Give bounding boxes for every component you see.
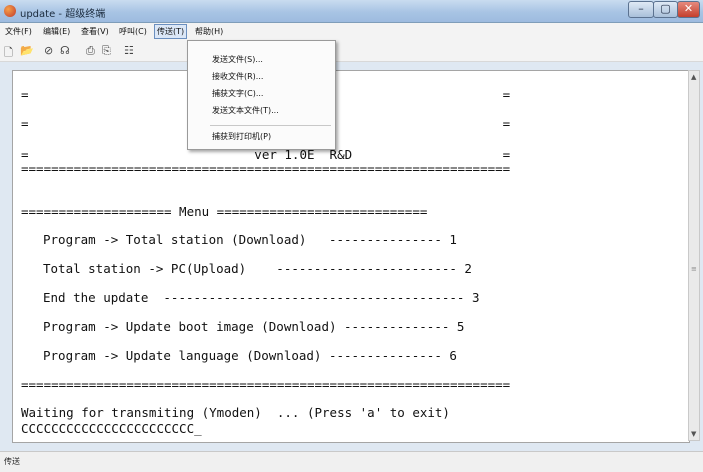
send-icon[interactable]: ⎘ bbox=[102, 44, 111, 58]
send-text-file-menu-item[interactable]: 发送文本文件(T)... bbox=[212, 105, 279, 116]
menu-bar: 文件(F) 编辑(E) 查看(V) 呼叫(C) 传送(T) 帮助(H) bbox=[0, 23, 703, 39]
menu-call[interactable]: 呼叫(C) bbox=[117, 25, 149, 38]
title-bar: update - 超级终端 – ▢ ✕ bbox=[0, 0, 703, 23]
properties-icon[interactable]: ☊ bbox=[60, 44, 70, 57]
terminal-line: Total station -> PC(Upload) ------------… bbox=[43, 261, 472, 276]
window-title: update - 超级终端 bbox=[20, 9, 106, 20]
menu-edit[interactable]: 编辑(E) bbox=[41, 25, 72, 38]
terminal-line: Waiting for transmiting (Ymoden) ... (Pr… bbox=[21, 405, 450, 420]
minimize-button[interactable]: – bbox=[628, 1, 654, 18]
receive-icon[interactable]: ⎙ bbox=[86, 44, 95, 58]
terminal-line: Program -> Total station (Download) ----… bbox=[43, 232, 457, 247]
new-icon[interactable]: 🗋 bbox=[4, 44, 13, 63]
menu-help[interactable]: 帮助(H) bbox=[193, 25, 225, 38]
scroll-up-icon[interactable]: ▲ bbox=[691, 73, 696, 81]
terminal-line: ========================================… bbox=[21, 161, 511, 176]
send-file-menu-item[interactable]: 发送文件(S)... bbox=[212, 54, 263, 65]
menu-transfer[interactable]: 传送(T) bbox=[154, 24, 188, 39]
terminal-line: Program -> Update boot image (Download) … bbox=[43, 319, 465, 334]
menu-separator bbox=[210, 125, 331, 126]
close-button[interactable]: ✕ bbox=[677, 1, 700, 18]
receive-file-menu-item[interactable]: 接收文件(R)... bbox=[212, 71, 263, 82]
transfer-dropdown-menu: 发送文件(S)... 接收文件(R)... 捕获文字(C)... 发送文本文件(… bbox=[187, 40, 336, 150]
terminal-line: End the update -------------------------… bbox=[43, 290, 480, 305]
capture-to-printer-menu-item[interactable]: 捕获到打印机(P) bbox=[212, 131, 271, 142]
terminal-line: Program -> Update language (Download) --… bbox=[43, 348, 457, 363]
settings-icon[interactable]: ☷ bbox=[124, 44, 134, 57]
maximize-button[interactable]: ▢ bbox=[653, 1, 678, 18]
status-bar: 传送 bbox=[0, 451, 703, 472]
scroll-grip-icon[interactable]: ≡ bbox=[691, 265, 697, 273]
capture-text-menu-item[interactable]: 捕获文字(C)... bbox=[212, 88, 263, 99]
app-icon bbox=[4, 5, 16, 17]
terminal-line: ==================== Menu ==============… bbox=[21, 204, 428, 219]
vertical-scrollbar[interactable]: ▲ ≡ ▼ bbox=[688, 70, 700, 441]
terminal-line: ========================================… bbox=[21, 377, 511, 392]
open-icon[interactable]: 📂 bbox=[20, 44, 34, 57]
toolbar: 🗋 📂 ⊘ ☊ ⎙ ⎘ ☷ bbox=[0, 39, 703, 62]
status-text: 传送 bbox=[4, 457, 20, 466]
terminal-line: CCCCCCCCCCCCCCCCCCCCCCC_ bbox=[21, 421, 202, 436]
menu-file[interactable]: 文件(F) bbox=[3, 25, 34, 38]
menu-view[interactable]: 查看(V) bbox=[79, 25, 111, 38]
disconnect-icon[interactable]: ⊘ bbox=[44, 44, 53, 57]
terminal-area[interactable]: = ZHOU CHINA = = oot loader = = ver 1.0E… bbox=[12, 70, 690, 443]
scroll-down-icon[interactable]: ▼ bbox=[691, 430, 696, 438]
